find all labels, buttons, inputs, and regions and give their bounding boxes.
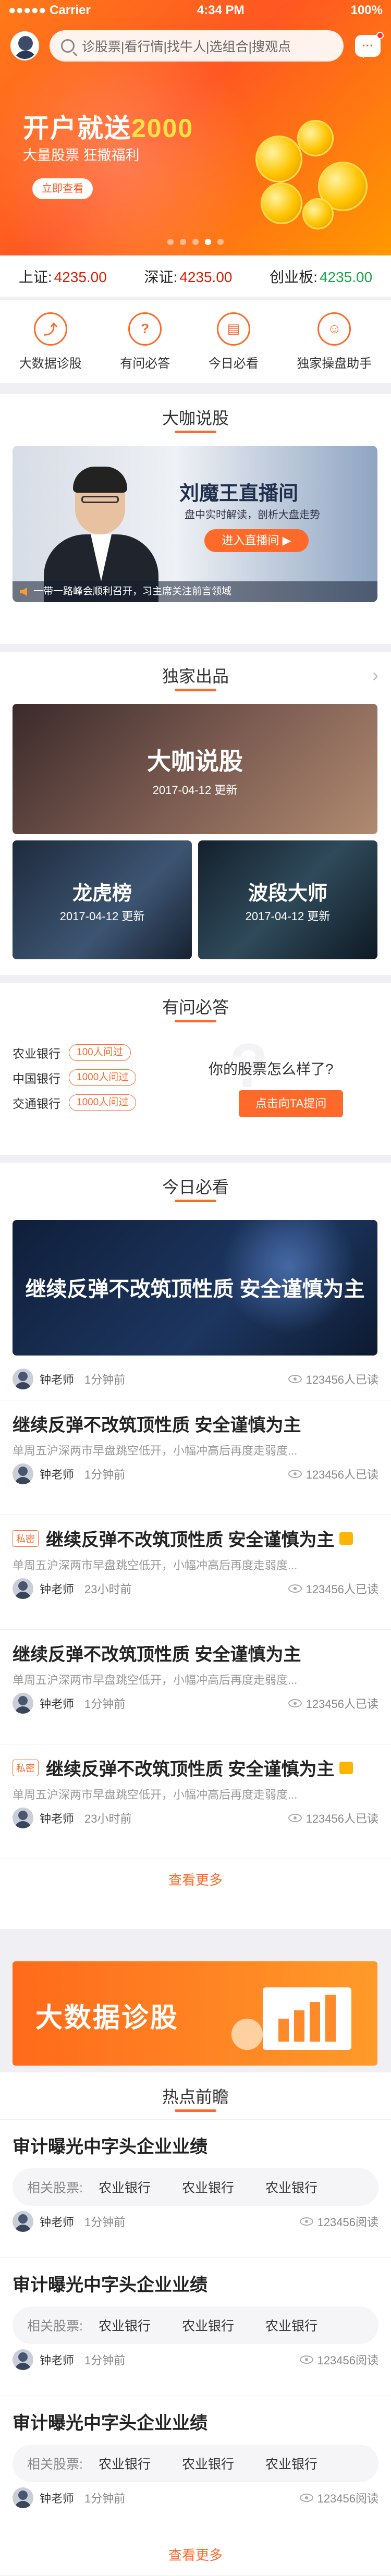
advisor-icon: ☺ [317, 312, 351, 346]
enter-live-button[interactable]: 进入直播间 ▶ [204, 529, 309, 552]
list-item[interactable]: 继续反弹不改筑顶性质 安全谨慎为主 单周五沪深两市早盘跳空低开，小幅冲高后再度走… [0, 1400, 391, 1515]
bigdata-title: 大数据诊股 [35, 2003, 179, 2033]
banner-view-button[interactable]: 立即查看 [32, 178, 93, 199]
qa-row[interactable]: 中国银行 1000人问过 [13, 1065, 185, 1090]
today-load-more[interactable]: 查看更多 [0, 1859, 391, 1900]
related-stocks: 相关股票: 农业银行 农业银行 农业银行 [13, 2306, 378, 2344]
section-title: 有问必答 [0, 983, 391, 1030]
avatar[interactable] [13, 2487, 33, 2508]
chevron-right-icon[interactable]: › [372, 664, 378, 686]
hot-load-more[interactable]: 查看更多 [0, 2534, 391, 2575]
qa-row[interactable]: 农业银行 100人问过 [13, 1040, 185, 1065]
eye-icon [288, 1814, 302, 1822]
avatar[interactable] [13, 1369, 33, 1389]
list-item[interactable]: 私密 继续反弹不改筑顶性质 安全谨慎为主 单周五沪深两市早盘跳空低开，小幅冲高后再… [0, 1744, 391, 1859]
index-shanghai[interactable]: 上证: 4235.00 [19, 266, 107, 287]
list-item[interactable]: 继续反弹不改筑顶性质 安全谨慎为主 单周五沪深两市早盘跳空低开，小幅冲高后再度走… [0, 1629, 391, 1744]
hot-item[interactable]: 审计曝光中字头企业业绩 相关股票: 农业银行 农业银行 农业银行 钟老师 1分钟前 123… [0, 2396, 391, 2534]
qa-row[interactable]: 交通银行 1000人问过 [13, 1090, 185, 1115]
search-icon [61, 39, 75, 53]
section-title: 今日必看 [0, 1163, 391, 1210]
section-title: 热点前瞻 [0, 2072, 391, 2119]
banner-title: 开户就送2000 [23, 114, 194, 143]
eye-icon [288, 1375, 302, 1383]
top-banner-area: ●●●●● Carrier 4:34 PM 100% 诊股票|看行情|找牛人|选… [0, 0, 391, 255]
avatar[interactable] [13, 2349, 33, 2370]
hero-meta: 钟老师 1分钟前 123456人已读 [0, 1363, 391, 1395]
bigdata-banner[interactable]: 大数据诊股 [13, 1961, 377, 2066]
avatar[interactable] [13, 1463, 33, 1484]
list-item[interactable]: 私密 继续反弹不改筑顶性质 安全谨慎为主 单周五沪深两市早盘跳空低开，小幅冲高后再… [0, 1515, 391, 1629]
related-stocks: 相关股票: 农业银行 农业银行 农业银行 [13, 2168, 378, 2206]
hero-article[interactable]: 继续反弹不改筑顶性质 安全谨慎为主 [13, 1220, 377, 1356]
hot-item[interactable]: 审计曝光中字头企业业绩 相关股票: 农业银行 农业银行 农业银行 钟老师 1分钟前 123… [0, 2119, 391, 2257]
feature-today[interactable]: ▤ 今日必看 [209, 312, 259, 371]
hot-item[interactable]: 审计曝光中字头企业业绩 相关股票: 农业银行 农业银行 农业银行 钟老师 1分钟前 123… [0, 2257, 391, 2396]
feature-bigdata[interactable]: ⤴ 大数据诊股 [19, 312, 82, 371]
eye-icon [288, 1470, 302, 1478]
avatar[interactable] [13, 1693, 33, 1714]
private-tag: 私密 [13, 1530, 39, 1547]
feature-advisor[interactable]: ☺ 独家操盘助手 [297, 312, 372, 371]
eye-icon [299, 2494, 313, 2502]
index-shenzhen[interactable]: 深证: 4235.00 [144, 266, 232, 287]
card-longhu[interactable]: 龙虎榜 2017-04-12 更新 [13, 840, 192, 959]
ask-button[interactable]: 点击向TA提问 [239, 1090, 343, 1117]
carrier-label: ●●●●● Carrier [8, 3, 91, 17]
chart-icon: ⤴ [33, 312, 67, 346]
coins-illustration [240, 115, 370, 235]
ask-panel: ? 你的股票怎么样了? 点击向TA提问 [198, 1031, 381, 1129]
time-label: 4:34 PM [197, 3, 245, 17]
feature-grid: ⤴ 大数据诊股 ? 有问必答 ▤ 今日必看 ☺ 独家操盘助手 [0, 300, 391, 383]
search-placeholder: 诊股票|看行情|找牛人|选组合|搜观点 [82, 40, 291, 54]
lock-icon [339, 1532, 353, 1545]
card-dakashuo[interactable]: 大咖说股 2017-04-12 更新 [13, 704, 377, 834]
avatar[interactable] [13, 2211, 33, 2232]
user-avatar[interactable] [10, 31, 40, 60]
qa-icon: ? [128, 312, 162, 346]
card-boduan[interactable]: 波段大师 2017-04-12 更新 [198, 840, 377, 959]
hero-title: 继续反弹不改筑顶性质 安全谨慎为主 [25, 1278, 365, 1301]
news-ticker[interactable]: 一带一路峰会顺利召开，习主席关注前言领域 [13, 581, 377, 602]
section-dakashuo: 大咖说股 刘魔王直播间 盘中实时解读，剖析大盘走势 进入直播间 ▶ 一带一路峰会… [0, 394, 391, 644]
eye-icon [299, 2355, 313, 2364]
eye-icon [288, 1584, 302, 1593]
avatar[interactable] [13, 1808, 33, 1828]
message-icon[interactable]: ··· [355, 32, 384, 58]
section-exclusive: 独家出品 › 大咖说股 2017-04-12 更新 龙虎榜 2017-04-12 … [0, 652, 391, 975]
search-bar[interactable]: 诊股票|看行情|找牛人|选组合|搜观点 [50, 30, 344, 62]
avatar[interactable] [13, 1578, 33, 1599]
carousel-dots [0, 239, 391, 245]
battery-label: 100% [350, 3, 383, 17]
nav-bar: 诊股票|看行情|找牛人|选组合|搜观点 ··· [0, 21, 391, 71]
section-hot: 热点前瞻 [0, 2072, 391, 2119]
news-icon: ▤ [216, 312, 250, 346]
section-title: 独家出品 › [0, 652, 391, 699]
market-index-bar: 上证: 4235.00 深证: 4235.00 创业板: 4235.00 [0, 255, 391, 297]
private-tag: 私密 [13, 1759, 39, 1776]
section-title: 大咖说股 [0, 394, 391, 441]
eye-icon [299, 2217, 313, 2226]
status-bar: ●●●●● Carrier 4:34 PM 100% [0, 0, 391, 21]
live-room-card[interactable]: 刘魔王直播间 盘中实时解读，剖析大盘走势 进入直播间 ▶ 一带一路峰会顺利召开，… [13, 446, 377, 602]
chart-illustration [231, 1972, 357, 2060]
index-chinext[interactable]: 创业板: 4235.00 [270, 266, 372, 287]
lock-icon [339, 1761, 353, 1774]
ask-question: 你的股票怎么样了? [209, 1061, 334, 1077]
eye-icon [288, 1699, 302, 1707]
qa-list: 农业银行 100人问过 中国银行 1000人问过 交通银行 1000人问过 [13, 1040, 185, 1115]
feature-qa[interactable]: ? 有问必答 [120, 312, 170, 371]
live-title: 刘魔王直播间 [179, 483, 299, 505]
related-stocks: 相关股票: 农业银行 农业银行 农业银行 [13, 2445, 378, 2482]
banner-subtitle: 大量股票 狂撒福利 [23, 148, 140, 163]
unread-dot [376, 32, 384, 39]
section-qa: 有问必答 农业银行 100人问过 中国银行 1000人问过 交通银行 1000人问过 … [0, 983, 391, 1155]
live-desc: 盘中实时解读，剖析大盘走势 [185, 509, 320, 521]
